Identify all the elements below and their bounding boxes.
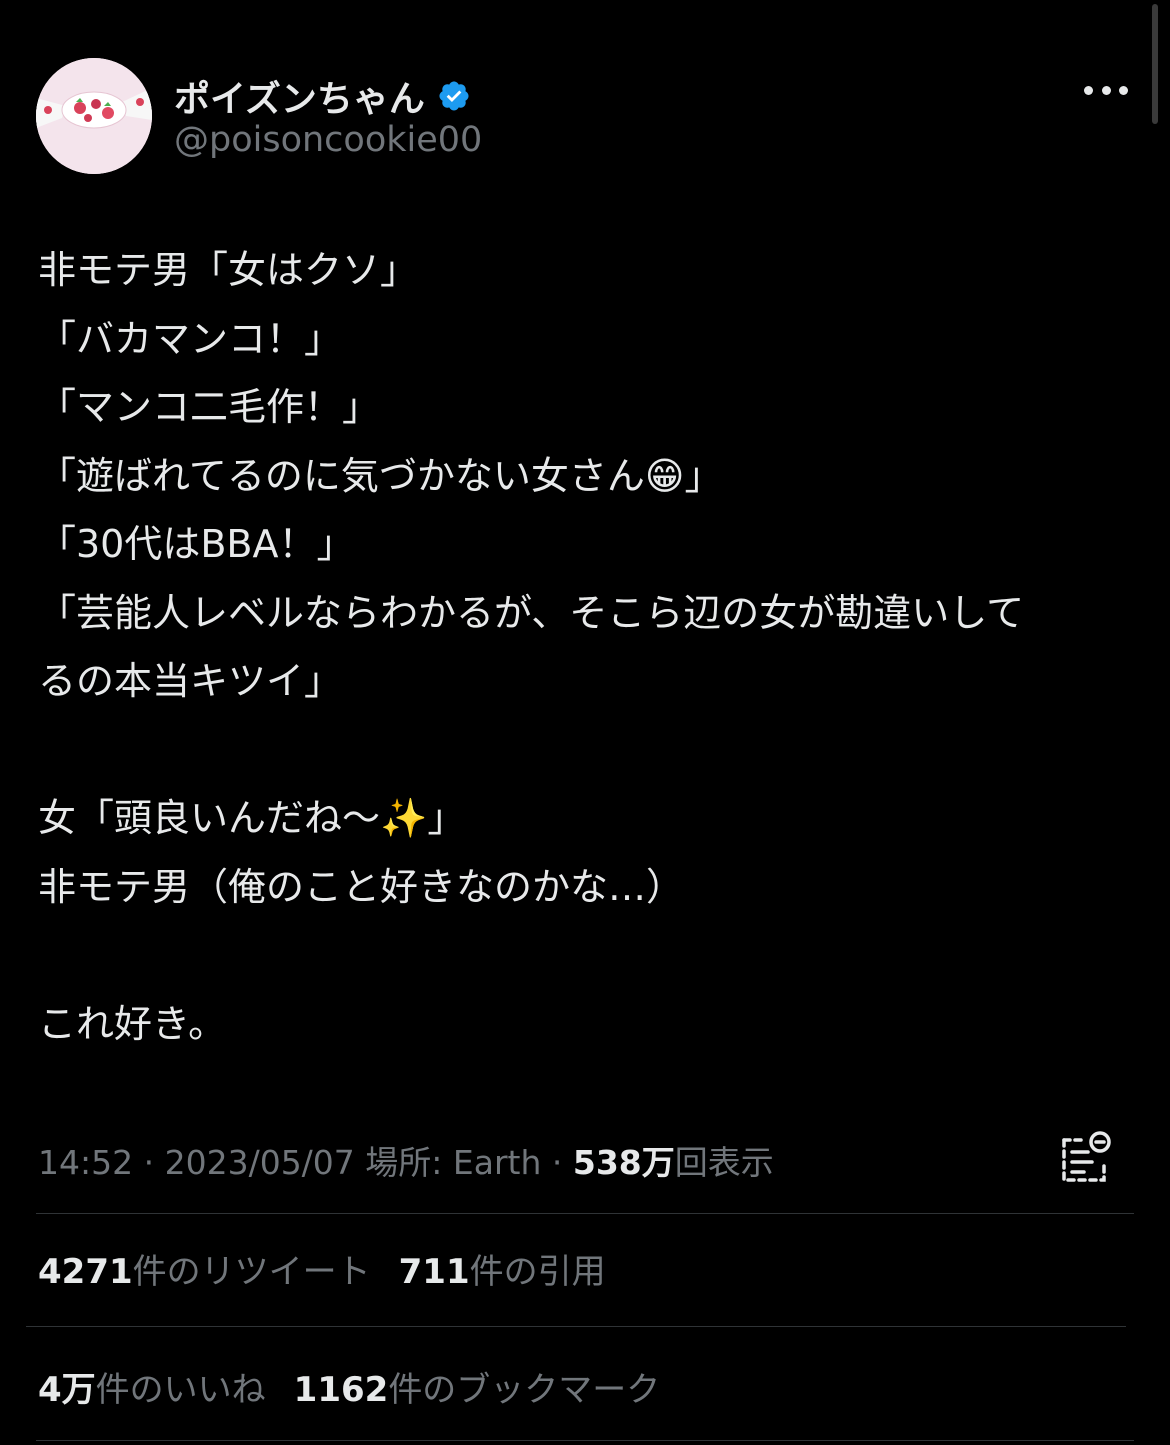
quotes-label: 件の引用 <box>469 1252 606 1292</box>
tweet-location: 場所: Earth <box>354 1143 542 1182</box>
tweet-line: 非モテ男（俺のこと好きなのかな…） <box>38 864 685 909</box>
tweet-header: ポイズンちゃん @poisoncookie00 <box>36 58 1140 176</box>
tweet-meta: 14:52 · 2023/05/07 場所: Earth · 538万回表示 <box>38 1136 774 1184</box>
tweet-line: るの本当キツイ」 <box>38 659 343 703</box>
tweet-line: これ好き。 <box>38 1001 227 1046</box>
display-name-text[interactable]: ポイズンちゃん <box>174 70 425 122</box>
avatar[interactable] <box>36 58 152 174</box>
divider <box>36 1440 1134 1441</box>
likes-count: 4万 <box>38 1370 96 1410</box>
more-options-icon-dot <box>1119 85 1128 95</box>
views-count: 538万 <box>572 1143 675 1182</box>
more-options-icon-dot <box>1084 85 1093 95</box>
tweet-line: 「マンコ二毛作！」 <box>38 385 381 429</box>
quotes-count: 711 <box>398 1252 470 1292</box>
display-name[interactable]: ポイズンちゃん <box>174 70 471 122</box>
likes-link[interactable]: 4万件のいいね <box>38 1370 266 1410</box>
bookmarks-label: 件のブックマーク <box>388 1370 661 1410</box>
tweet-line: 「芸能人レベルならわかるが、そこら辺の女が勘違いして <box>38 590 1025 635</box>
views-label: 回表示 <box>674 1143 774 1182</box>
tweet-line: 「30代はBBA！」 <box>38 522 355 566</box>
view-analytics-icon <box>1062 1131 1111 1182</box>
engagement-stats-row-1: 4271件のリツイート 711件の引用 <box>38 1244 606 1293</box>
retweets-label: 件のリツイート <box>132 1252 371 1292</box>
bookmarks-link[interactable]: 1162件のブックマーク <box>294 1370 661 1410</box>
view-analytics-button[interactable] <box>1056 1128 1116 1186</box>
tweet-line: 「バカマンコ！」 <box>38 316 343 361</box>
tweet-line: 女「頭良いんだね〜✨」 <box>38 796 466 840</box>
more-options-button[interactable] <box>1084 80 1128 100</box>
user-handle[interactable]: @poisoncookie00 <box>174 120 482 160</box>
likes-label: 件のいいね <box>95 1370 266 1410</box>
candy-avatar-icon <box>36 58 152 174</box>
tweet-line: 「遊ばれてるのに気づかない女さん😁」 <box>38 453 723 498</box>
retweets-count: 4271 <box>38 1252 133 1292</box>
retweets-link[interactable]: 4271件のリツイート <box>38 1252 371 1292</box>
meta-separator: · <box>541 1143 573 1182</box>
divider <box>26 1326 1126 1327</box>
verified-badge-icon <box>439 81 469 111</box>
tweet-line: 非モテ男「女はクソ」 <box>38 248 419 292</box>
quotes-link[interactable]: 711件の引用 <box>399 1252 606 1292</box>
scrollbar[interactable] <box>1152 4 1158 124</box>
tweet-time[interactable]: 14:52 <box>38 1143 133 1182</box>
tweet-date[interactable]: 2023/05/07 <box>165 1143 355 1182</box>
tweet-text: 非モテ男「女はクソ」 「バカマンコ！」 「マンコ二毛作！」 「遊ばれてるのに気づ… <box>38 236 1138 1058</box>
more-options-icon-dot <box>1101 85 1111 95</box>
engagement-stats-row-2: 4万件のいいね 1162件のブックマーク <box>38 1362 660 1411</box>
divider <box>36 1213 1134 1214</box>
bookmarks-count: 1162 <box>293 1370 389 1410</box>
meta-separator: · <box>133 1143 165 1182</box>
